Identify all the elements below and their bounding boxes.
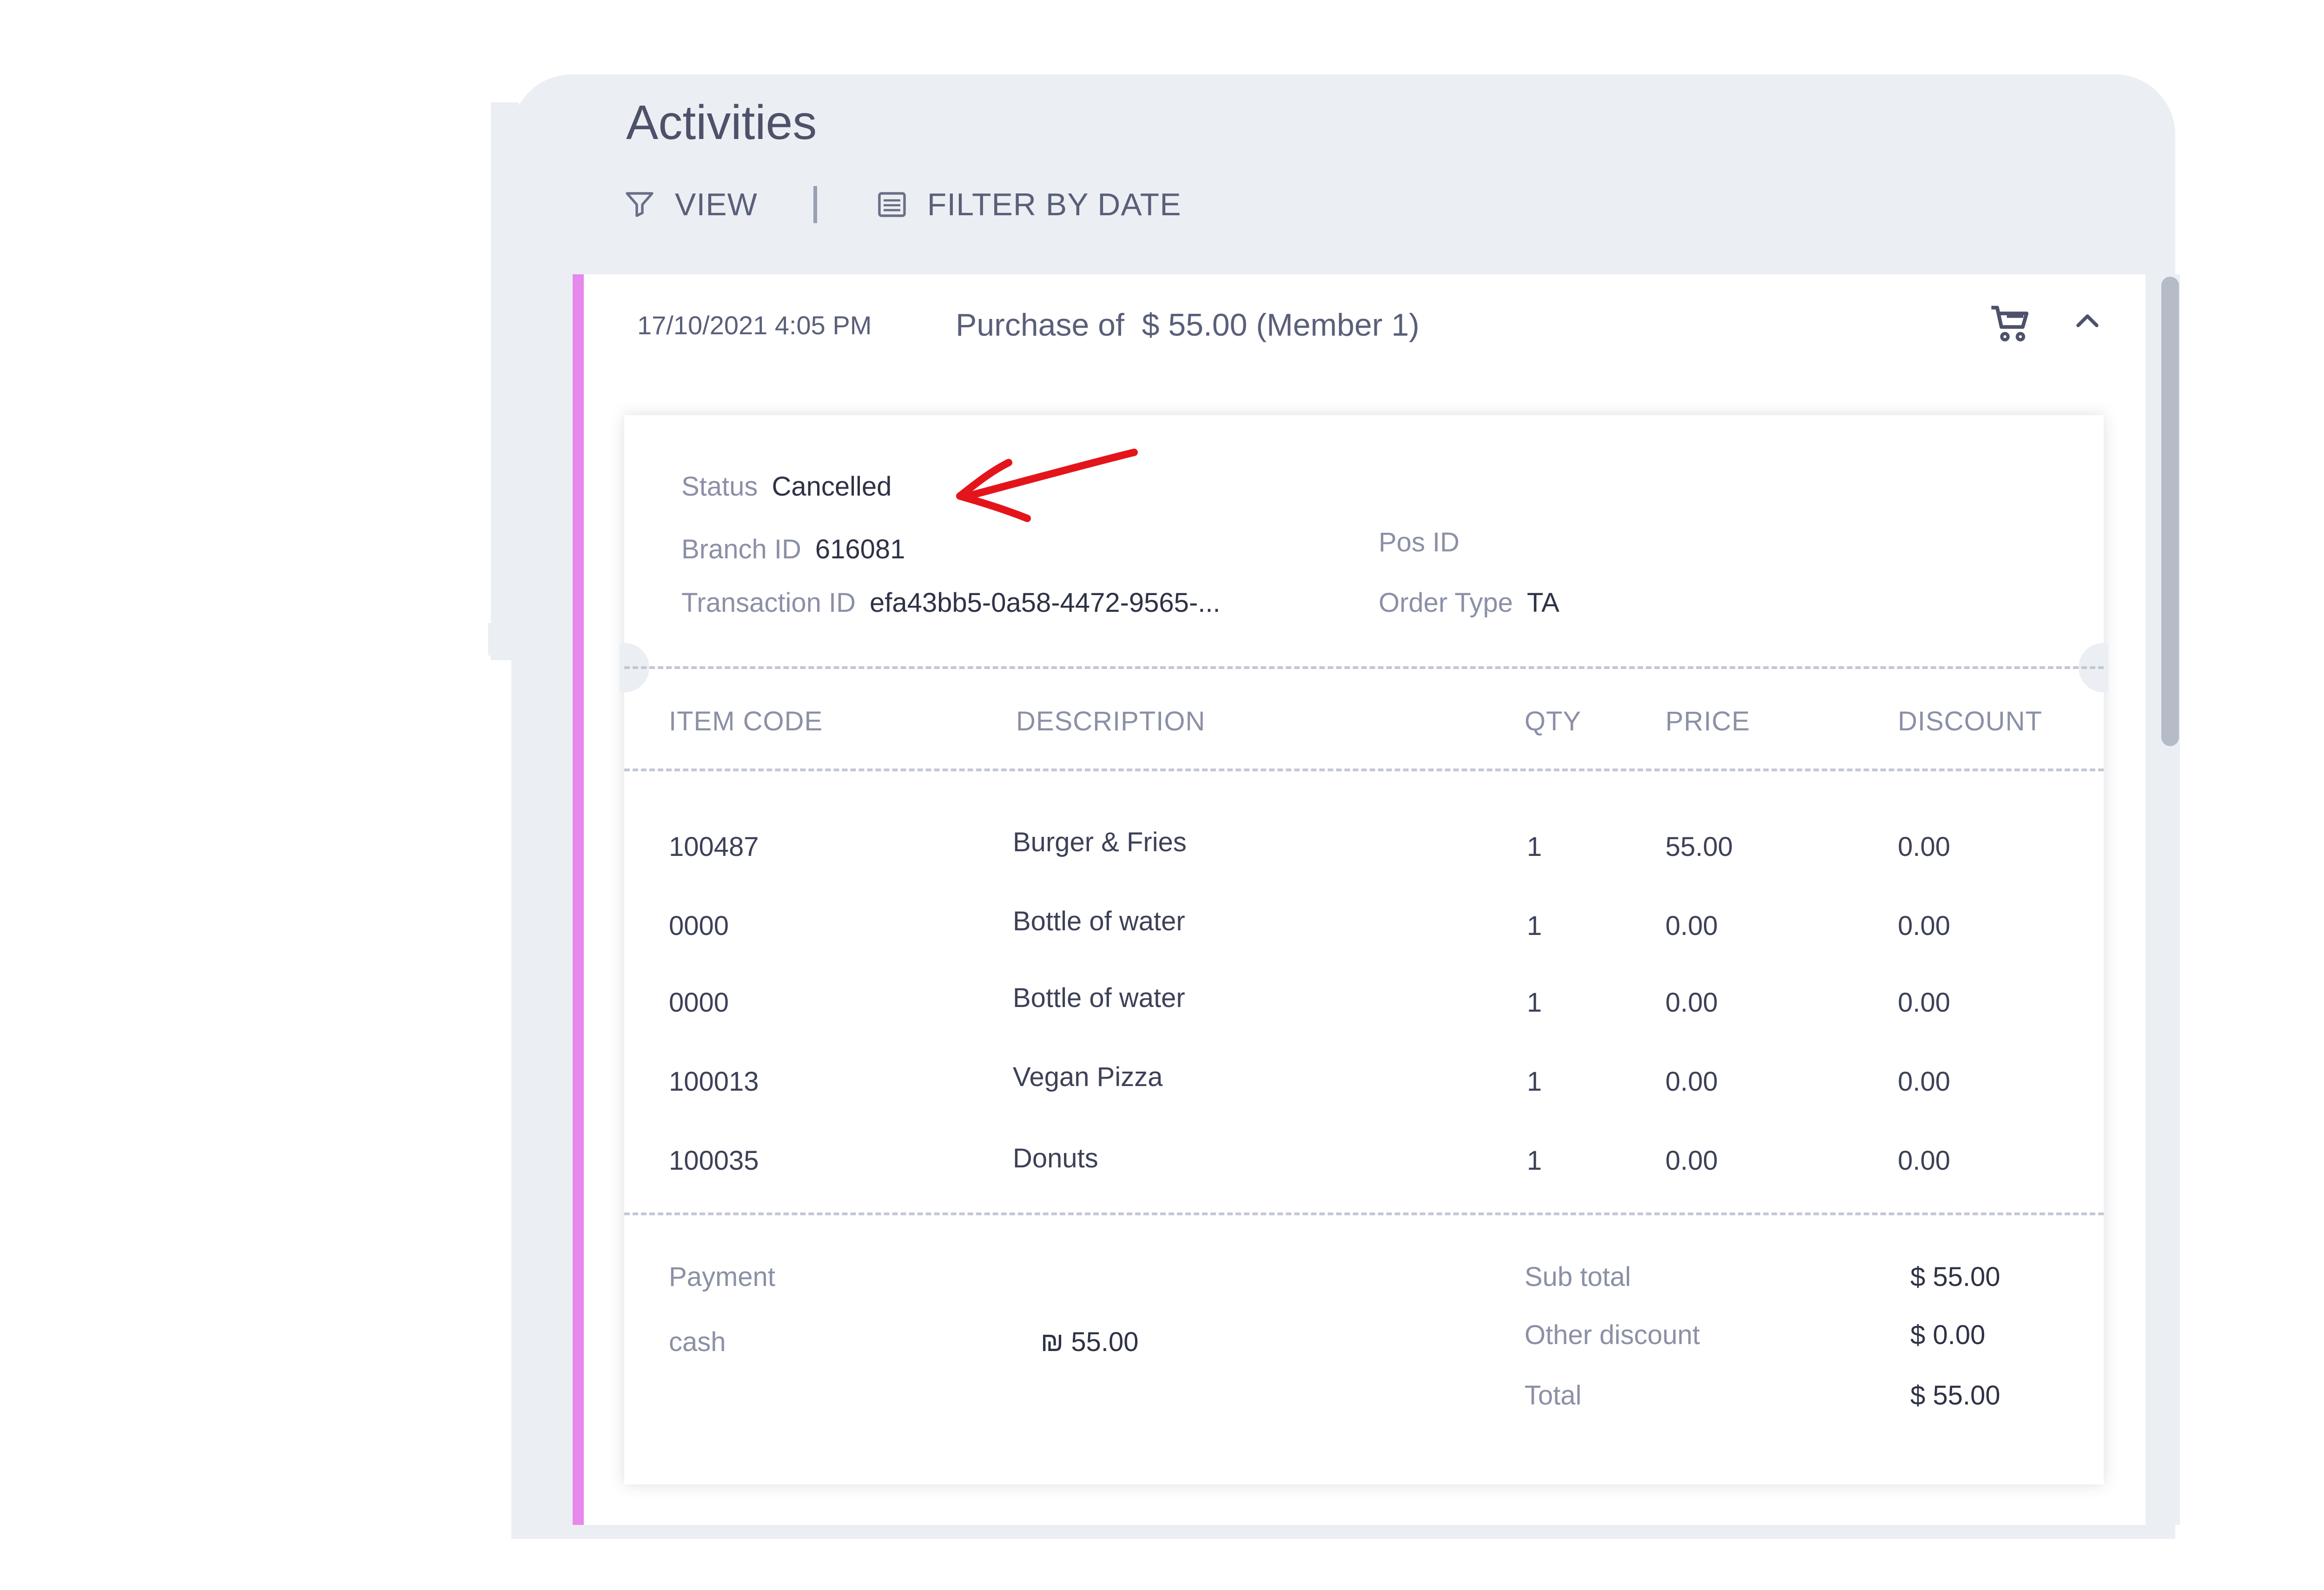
red-arrow-annotation (956, 449, 1138, 522)
activity-summary: Purchase of $ 55.00 (Member 1) (956, 307, 1419, 343)
cell-qty: 1 (1527, 1146, 1542, 1176)
cell-price: 0.00 (1665, 987, 1718, 1018)
status-field: Status Cancelled (681, 471, 891, 502)
divider (624, 1212, 2104, 1215)
view-button[interactable]: VIEW (623, 186, 758, 223)
branch-field: Branch ID 616081 (681, 534, 905, 565)
cell-description: Vegan Pizza (1013, 1062, 1163, 1092)
cell-price: 0.00 (1665, 1067, 1718, 1097)
table-row: 0000 Bottle of water 1 0.00 0.00 (624, 903, 2104, 959)
toolbar-divider (813, 186, 817, 223)
cell-price: 55.00 (1665, 832, 1733, 862)
toolbar: VIEW FILTER BY DATE (623, 179, 1182, 230)
branch-value: 616081 (815, 534, 905, 564)
cell-description: Burger & Fries (1013, 827, 1187, 857)
transaction-value: efa43bb5-0a58-4472-9565-... (870, 588, 1221, 618)
view-label: VIEW (675, 187, 758, 222)
subtotal-value: $ 55.00 (1910, 1262, 2000, 1292)
table-row: 100013 Vegan Pizza 1 0.00 0.00 (624, 1059, 2104, 1115)
cell-discount: 0.00 (1898, 1146, 1950, 1176)
cell-qty: 1 (1527, 832, 1542, 862)
cell-item-code: 0000 (669, 911, 729, 941)
cell-discount: 0.00 (1898, 987, 1950, 1018)
cell-item-code: 100035 (669, 1146, 759, 1176)
status-label: Status (681, 471, 758, 502)
table-row: 0000 Bottle of water 1 0.00 0.00 (624, 980, 2104, 1036)
cell-price: 0.00 (1665, 911, 1718, 941)
transaction-label: Transaction ID (681, 588, 856, 618)
page-title: Activities (626, 96, 817, 150)
cell-description: Bottle of water (1013, 906, 1185, 936)
order-type-value: TA (1527, 588, 1559, 618)
header-discount: DISCOUNT (1898, 706, 2042, 736)
branch-label: Branch ID (681, 534, 801, 564)
cell-item-code: 100487 (669, 832, 759, 862)
other-discount-label: Other discount (1525, 1320, 1700, 1350)
pos-field: Pos ID (1379, 527, 1473, 558)
payment-amount: ₪ 55.00 (1041, 1327, 1139, 1357)
chevron-up-icon[interactable] (2073, 307, 2101, 335)
header-description: DESCRIPTION (1016, 706, 1206, 736)
cell-qty: 1 (1527, 911, 1542, 941)
cell-discount: 0.00 (1898, 832, 1950, 862)
cell-description: Donuts (1013, 1143, 1098, 1173)
table-row: 100035 Donuts 1 0.00 0.00 (624, 1138, 2104, 1194)
header-item-code: ITEM CODE (669, 706, 823, 736)
transaction-details: Status Cancelled Branch ID 616081 Pos ID… (620, 415, 2108, 1484)
activity-datetime: 17/10/2021 4:05 PM (637, 311, 872, 340)
header-qty: QTY (1525, 706, 1582, 736)
shopping-cart-icon (1991, 305, 2029, 342)
other-discount-value: $ 0.00 (1910, 1320, 1986, 1350)
pos-label: Pos ID (1379, 527, 1460, 557)
divider (624, 666, 2104, 669)
payment-label: Payment (669, 1262, 775, 1292)
payment-method: cash (669, 1327, 726, 1357)
cell-description: Bottle of water (1013, 983, 1185, 1013)
header-price: PRICE (1665, 706, 1750, 736)
order-type-field: Order Type TA (1379, 587, 1559, 618)
filter-by-date-button[interactable]: FILTER BY DATE (875, 186, 1182, 223)
total-label: Total (1525, 1380, 1582, 1411)
filter-by-date-label: FILTER BY DATE (927, 187, 1182, 222)
cell-price: 0.00 (1665, 1146, 1718, 1176)
cell-item-code: 100013 (669, 1067, 759, 1097)
filter-icon (626, 192, 654, 217)
cell-qty: 1 (1527, 987, 1542, 1018)
scrollbar-thumb[interactable] (2161, 277, 2179, 746)
subtotal-label: Sub total (1525, 1262, 1631, 1292)
table-row: 100487 Burger & Fries 1 55.00 0.00 (624, 824, 2104, 880)
cell-qty: 1 (1527, 1067, 1542, 1097)
cell-discount: 0.00 (1898, 911, 1950, 941)
order-type-label: Order Type (1379, 588, 1513, 618)
cell-discount: 0.00 (1898, 1067, 1950, 1097)
cell-item-code: 0000 (669, 987, 729, 1018)
transaction-field: Transaction ID efa43bb5-0a58-4472-9565-.… (681, 587, 1221, 618)
status-badge: Cancelled (772, 471, 892, 502)
divider (624, 768, 2104, 771)
calendar-list-icon (878, 192, 906, 217)
total-value: $ 55.00 (1910, 1380, 2000, 1411)
